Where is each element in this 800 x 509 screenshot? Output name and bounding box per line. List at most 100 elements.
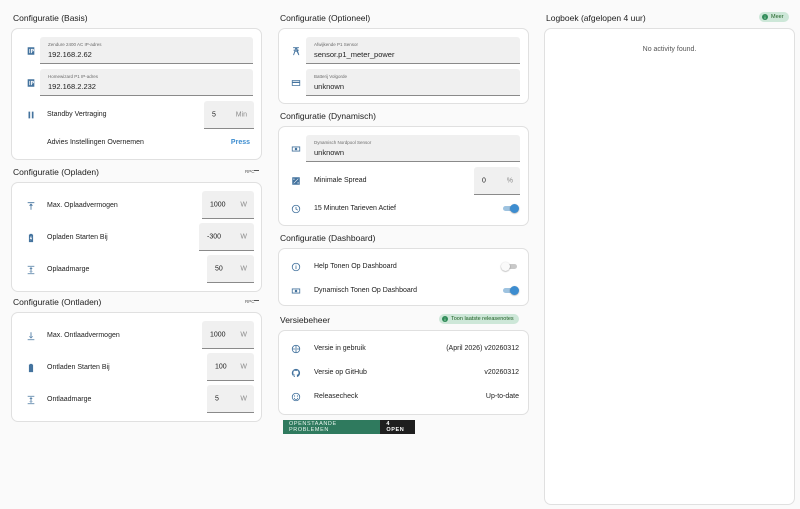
ontladen-title: Configuratie (Ontladen) [13,297,102,307]
ontladen-card: Max. Ontlaadvermogen 1000 W Ontladen Sta… [11,312,262,422]
p1-sensor-value: sensor.p1_meter_power [314,50,395,59]
nordpool-sensor-field[interactable]: Dynamisch Nordpool Sensor unknown [306,135,520,162]
meer-label: Meer [771,14,784,20]
zendure-ip-field[interactable]: Zendure 2400 AC IP-adres 192.168.2.62 [40,37,253,64]
opladen-starten-unit: W [240,233,247,240]
p1-sensor-caption: Afwijkende P1 Sensor [314,42,359,47]
opladen-row-label: Max. Oplaadvermogen [47,202,118,209]
dyn-dashboard-label: Dynamisch Tonen Op Dashboard [314,287,417,294]
homewizard-ip-field[interactable]: Homewizard P1 IP-adres 192.168.2.232 [40,69,253,96]
openstaande-problemen-button[interactable]: OPENSTAANDE PROBLEMEN 4 OPEN [283,420,415,434]
pause-icon [26,110,36,120]
homewizard-ip-caption: Homewizard P1 IP-adres [48,74,99,79]
kwartier-toggle[interactable] [501,204,519,213]
spread-unit: % [506,177,513,184]
kwartier-label: 15 Minuten Tarieven Actief [314,205,396,212]
ontladen-row-label: Ontlaadmarge [47,396,92,403]
opladen-row-label: Opladen Starten Bij [47,234,108,241]
github-icon [291,368,301,378]
max-oplaad-input[interactable]: 1000 W [202,191,254,219]
ip-icon [26,78,36,88]
oplaadmarge-value: 50 [215,265,223,272]
ontladen-row-label: Ontladen Starten Bij [47,364,110,371]
versie-card: Versie in gebruik (April 2026) v20260312… [278,330,529,415]
versie-gebruik-value: (April 2026) v20260312 [446,345,519,352]
dashboard-card: Help Tonen Op Dashboard Dynamisch Tonen … [278,248,529,306]
ip-icon [26,46,36,56]
standby-label: Standby Vertraging [47,111,107,118]
ontlaadmarge-input[interactable]: 5 W [207,385,254,413]
help-toggle[interactable] [501,262,519,271]
standby-unit: Min [235,111,247,118]
standby-value: 5 [212,111,216,118]
optioneel-card: Afwijkende P1 Sensor sensor.p1_meter_pow… [278,28,529,104]
arrow-expand-vertical-icon [26,265,36,275]
basis-card: Zendure 2400 AC IP-adres 192.168.2.62 Ho… [11,28,262,160]
percent-box-icon [291,176,301,186]
versie-title: Versiebeheer [280,315,331,325]
versie-github-value: v20260312 [484,369,519,376]
opladen-minus-icon[interactable] [254,170,259,171]
ontladen-starten-value: 100 [215,363,227,370]
max-ontlaad-unit: W [240,331,247,338]
ontladen-minus-icon[interactable] [254,300,259,301]
problemen-label: OPENSTAANDE PROBLEMEN [283,420,381,434]
basis-title: Configuratie (Basis) [13,13,88,23]
help-label: Help Tonen Op Dashboard [314,263,397,270]
zendure-ip-caption: Zendure 2400 AC IP-adres [48,42,102,47]
ontladen-starten-input[interactable]: 100 W [207,353,254,381]
ontlaadmarge-unit: W [240,395,247,402]
advies-label: Advies Instellingen Overnemen [47,139,144,146]
credit-card-icon [291,78,301,88]
dynamisch-card: Dynamisch Nordpool Sensor unknown Minima… [278,126,529,226]
info-dot-icon: i [762,14,768,20]
opladen-starten-input[interactable]: -300 W [199,223,254,251]
spread-label: Minimale Spread [314,177,367,184]
battery-icon [26,363,36,373]
dynamisch-title: Configuratie (Dynamisch) [280,111,376,121]
dyn-dashboard-toggle[interactable] [501,286,519,295]
batterij-volgorde-field[interactable]: Batterij Volgorde unknown [306,69,520,96]
oplaadmarge-unit: W [240,265,247,272]
clock-icon [291,204,301,214]
dashboard-title: Configuratie (Dashboard) [280,233,376,243]
oplaadmarge-input[interactable]: 50 W [207,255,254,283]
problemen-count: 4 OPEN [380,420,415,434]
opladen-row-label: Oplaadmarge [47,266,90,273]
arrow-expand-vertical-icon [26,395,36,405]
zendure-ip-value: 192.168.2.62 [48,50,92,59]
opladen-starten-value: -300 [207,233,222,240]
ontladen-row-label: Max. Ontlaadvermogen [47,332,120,339]
releasenotes-badge[interactable]: i Toon laatste releasenotes [439,314,519,324]
nordpool-sensor-caption: Dynamisch Nordpool Sensor [314,140,372,145]
batterij-volgorde-value: unknown [314,82,345,91]
spread-input[interactable]: 0 % [474,167,520,195]
battery-charging-icon [26,233,36,243]
max-oplaad-unit: W [240,201,247,208]
optioneel-title: Configuratie (Optioneel) [280,13,371,23]
emoticon-icon [291,392,301,402]
transmission-tower-icon [291,46,301,56]
max-oplaad-value: 1000 [210,201,226,208]
logboek-card: No activity found. [544,28,795,505]
p1-sensor-field[interactable]: Afwijkende P1 Sensor sensor.p1_meter_pow… [306,37,520,64]
information-icon [291,262,301,272]
spread-value: 0 [482,177,486,184]
batterij-volgorde-caption: Batterij Volgorde [314,74,348,79]
opladen-title: Configuratie (Opladen) [13,167,99,177]
versie-github-label: Versie op GitHub [314,369,367,376]
opladen-card: Max. Oplaadvermogen 1000 W Opladen Start… [11,182,262,292]
logboek-empty-text: No activity found. [642,46,697,53]
arrow-down-icon [26,331,36,341]
meer-button[interactable]: i Meer [759,12,789,22]
releasecheck-value: Up-to-date [485,393,519,400]
press-button[interactable]: Press [231,139,250,146]
ontlaadmarge-value: 5 [215,395,219,402]
max-ontlaad-input[interactable]: 1000 W [202,321,254,349]
ontladen-starten-unit: W [240,363,247,370]
cash-icon [291,144,301,154]
releasenotes-label: Toon laatste releasenotes [451,316,514,322]
releasecheck-label: Releasecheck [314,393,358,400]
logboek-title: Logboek (afgelopen 4 uur) [546,13,646,23]
standby-input[interactable]: 5 Min [204,101,254,129]
